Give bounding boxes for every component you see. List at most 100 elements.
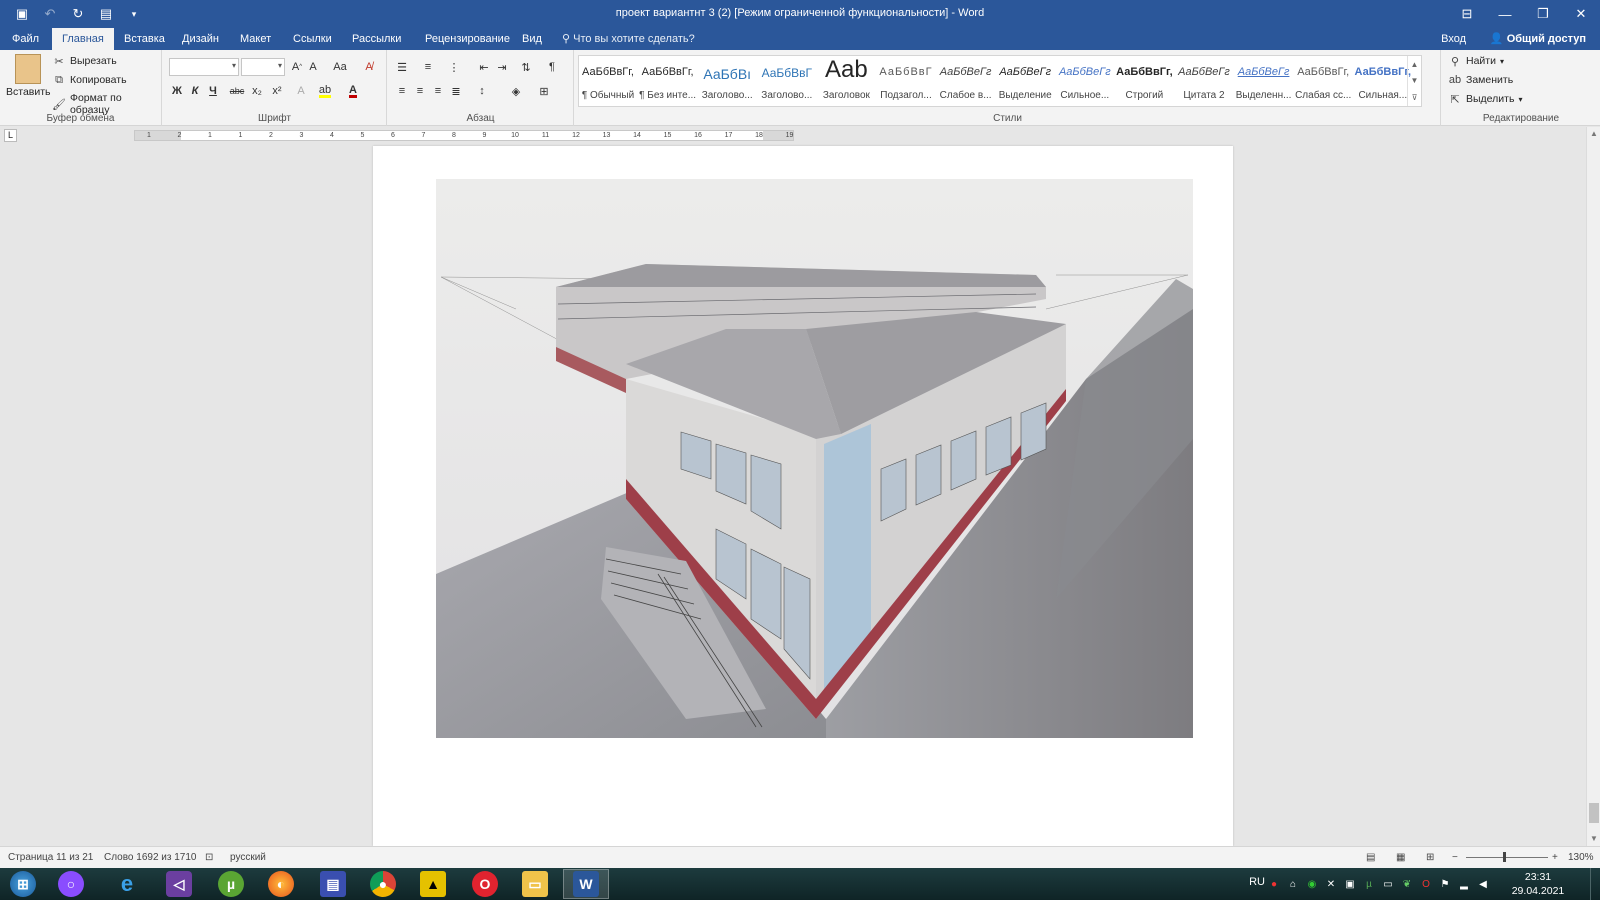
shrink-font-icon[interactable]: A — [305, 59, 321, 75]
document-page[interactable] — [373, 146, 1233, 846]
language-indicator[interactable]: русский — [230, 852, 266, 863]
highlight-icon[interactable]: ab — [317, 83, 333, 99]
start-button[interactable]: ⊞ — [0, 869, 46, 899]
align-center-icon[interactable]: ≡ — [412, 83, 428, 99]
usb-icon[interactable]: ⌂ — [1286, 877, 1300, 891]
firefox-icon[interactable]: ◐ — [258, 869, 304, 899]
line-spacing-icon[interactable]: ↕ — [474, 83, 490, 99]
share-button[interactable]: 👤 Общий доступ — [1490, 28, 1586, 50]
style-item[interactable]: АаБбВвГг, Сильная... — [1354, 56, 1412, 106]
save-disk-icon[interactable]: ▤ — [310, 869, 356, 899]
style-item[interactable]: АаБбВвГг, ¶ Обычный — [579, 56, 637, 106]
tab-mailings[interactable]: Рассылки — [342, 28, 411, 50]
zoom-slider[interactable] — [1466, 857, 1548, 858]
style-item[interactable]: АаБбВвГг, ¶ Без инте... — [639, 56, 697, 106]
tab-insert[interactable]: Вставка — [114, 28, 175, 50]
network-app-icon[interactable]: ◉ — [1305, 877, 1319, 891]
align-left-icon[interactable]: ≡ — [394, 83, 410, 99]
batman-game-icon[interactable]: ▲ — [410, 869, 456, 899]
show-marks-icon[interactable]: ¶ — [544, 59, 560, 75]
cut-button[interactable]: ✂ Вырезать — [52, 54, 116, 68]
utorrent-icon[interactable]: µ — [208, 869, 254, 899]
show-desktop-button[interactable] — [1590, 868, 1600, 900]
opera-tray-icon[interactable]: O — [1419, 877, 1433, 891]
input-language[interactable]: RU — [1249, 876, 1265, 888]
align-right-icon[interactable]: ≡ — [430, 83, 446, 99]
style-item[interactable]: АаБбВвГг, Слабая сс... — [1294, 56, 1352, 106]
numbering-icon[interactable]: ≡ — [420, 59, 436, 75]
document-workspace[interactable] — [0, 144, 1586, 846]
style-item[interactable]: АаБбВеГг Выделение — [996, 56, 1054, 106]
utorrent-tray-icon[interactable]: µ — [1362, 877, 1376, 891]
font-size-dropdown[interactable] — [241, 58, 285, 76]
style-item[interactable]: АаБбВвГ Заголово... — [758, 56, 816, 106]
sort-icon[interactable]: ⇅ — [518, 59, 534, 75]
paste-button[interactable]: Вставить — [6, 54, 51, 98]
style-item[interactable]: АаБбВвГг, Строгий — [1115, 56, 1173, 106]
scroll-thumb[interactable] — [1589, 803, 1599, 823]
superscript-button[interactable]: x² — [269, 83, 285, 99]
style-item[interactable]: Aab Заголовок — [817, 56, 875, 106]
chevron-up-icon[interactable]: ▲ — [1411, 60, 1419, 69]
increase-indent-icon[interactable]: ⇥ — [494, 59, 510, 75]
find-button[interactable]: ⚲ Найти ▾ — [1448, 54, 1504, 68]
style-item[interactable]: АаБбВвГ Подзагол... — [877, 56, 935, 106]
bullets-icon[interactable]: ☰ — [394, 59, 410, 75]
action-center-flag-icon[interactable]: ⚑ — [1438, 877, 1452, 891]
tab-view[interactable]: Вид — [512, 28, 552, 50]
more-styles-icon[interactable]: ⊽ — [1412, 93, 1418, 102]
tab-layout[interactable]: Макет — [230, 28, 281, 50]
decrease-indent-icon[interactable]: ⇤ — [476, 59, 492, 75]
tab-home[interactable]: Главная — [52, 28, 114, 50]
grow-font-icon[interactable]: A ^ — [289, 59, 305, 75]
zoom-slider-thumb[interactable] — [1503, 852, 1506, 862]
style-item[interactable]: АаБбВı Заголово... — [698, 56, 756, 106]
underline-button[interactable]: Ч — [205, 83, 221, 99]
vpn-icon[interactable]: ✕ — [1324, 877, 1338, 891]
copy-button[interactable]: ⧉ Копировать — [52, 73, 126, 87]
bold-button[interactable]: Ж — [169, 83, 185, 99]
web-layout-icon[interactable]: ⊞ — [1426, 852, 1434, 863]
subscript-button[interactable]: x₂ — [249, 83, 265, 99]
tab-design[interactable]: Дизайн — [172, 28, 229, 50]
tab-file[interactable]: Файл — [2, 28, 49, 50]
horizontal-ruler[interactable]: 1 2 1 1 2 3 4 5 6 7 8 9 10 11 12 13 14 15 16 17 18 19 — [134, 130, 794, 141]
minimize-icon[interactable]: — — [1486, 0, 1524, 28]
multilevel-list-icon[interactable]: ⋮ — [446, 59, 462, 75]
alice-icon[interactable]: ○ — [48, 869, 94, 899]
visual-studio-icon[interactable]: ◁ — [156, 869, 202, 899]
read-mode-icon[interactable]: ▤ — [1366, 852, 1375, 863]
close-icon[interactable]: ✕ — [1562, 0, 1600, 28]
word-count[interactable]: Слово 1692 из 1710 — [104, 852, 197, 863]
tell-me-search[interactable]: ⚲ Что вы хотите сделать? — [562, 28, 695, 50]
antivirus-icon[interactable]: ● — [1267, 877, 1281, 891]
style-item[interactable]: АаБбВеГг Слабое в... — [937, 56, 995, 106]
ribbon-display-icon[interactable]: ⊟ — [1448, 0, 1486, 28]
chrome-icon[interactable]: ● — [360, 869, 406, 899]
restore-icon[interactable]: ❐ — [1524, 0, 1562, 28]
watercolor-building-drawing[interactable] — [436, 179, 1193, 738]
signin-button[interactable]: Вход — [1441, 28, 1466, 50]
page-count[interactable]: Страница 11 из 21 — [8, 852, 93, 863]
replace-button[interactable]: ab Заменить — [1448, 73, 1513, 87]
opera-icon[interactable]: O — [462, 869, 508, 899]
tab-selector[interactable]: L — [4, 129, 17, 142]
scroll-up-icon[interactable]: ▲ — [1587, 127, 1600, 141]
file-explorer-icon[interactable]: ▭ — [512, 869, 558, 899]
justify-icon[interactable]: ≣ — [448, 83, 464, 99]
tab-review[interactable]: Рецензирование — [415, 28, 520, 50]
style-item[interactable]: АаБбВеГг Сильное... — [1056, 56, 1114, 106]
italic-button[interactable]: К — [187, 83, 203, 99]
volume-icon[interactable]: ◀ — [1476, 877, 1490, 891]
keyboard-icon[interactable]: ▭ — [1381, 877, 1395, 891]
font-name-dropdown[interactable] — [169, 58, 239, 76]
scroll-down-icon[interactable]: ▼ — [1587, 832, 1600, 846]
internet-explorer-icon[interactable]: e — [104, 869, 150, 899]
shading-icon[interactable]: ◈ — [508, 83, 524, 99]
style-item[interactable]: АаБбВеГг Цитата 2 — [1175, 56, 1233, 106]
chevron-down-icon[interactable]: ▼ — [1411, 76, 1419, 85]
font-color-icon[interactable]: A — [345, 83, 361, 99]
word-icon[interactable]: W — [563, 869, 609, 899]
select-button[interactable]: ⇱ Выделить ▾ — [1448, 92, 1522, 106]
text-effects-icon[interactable]: A — [293, 83, 309, 99]
